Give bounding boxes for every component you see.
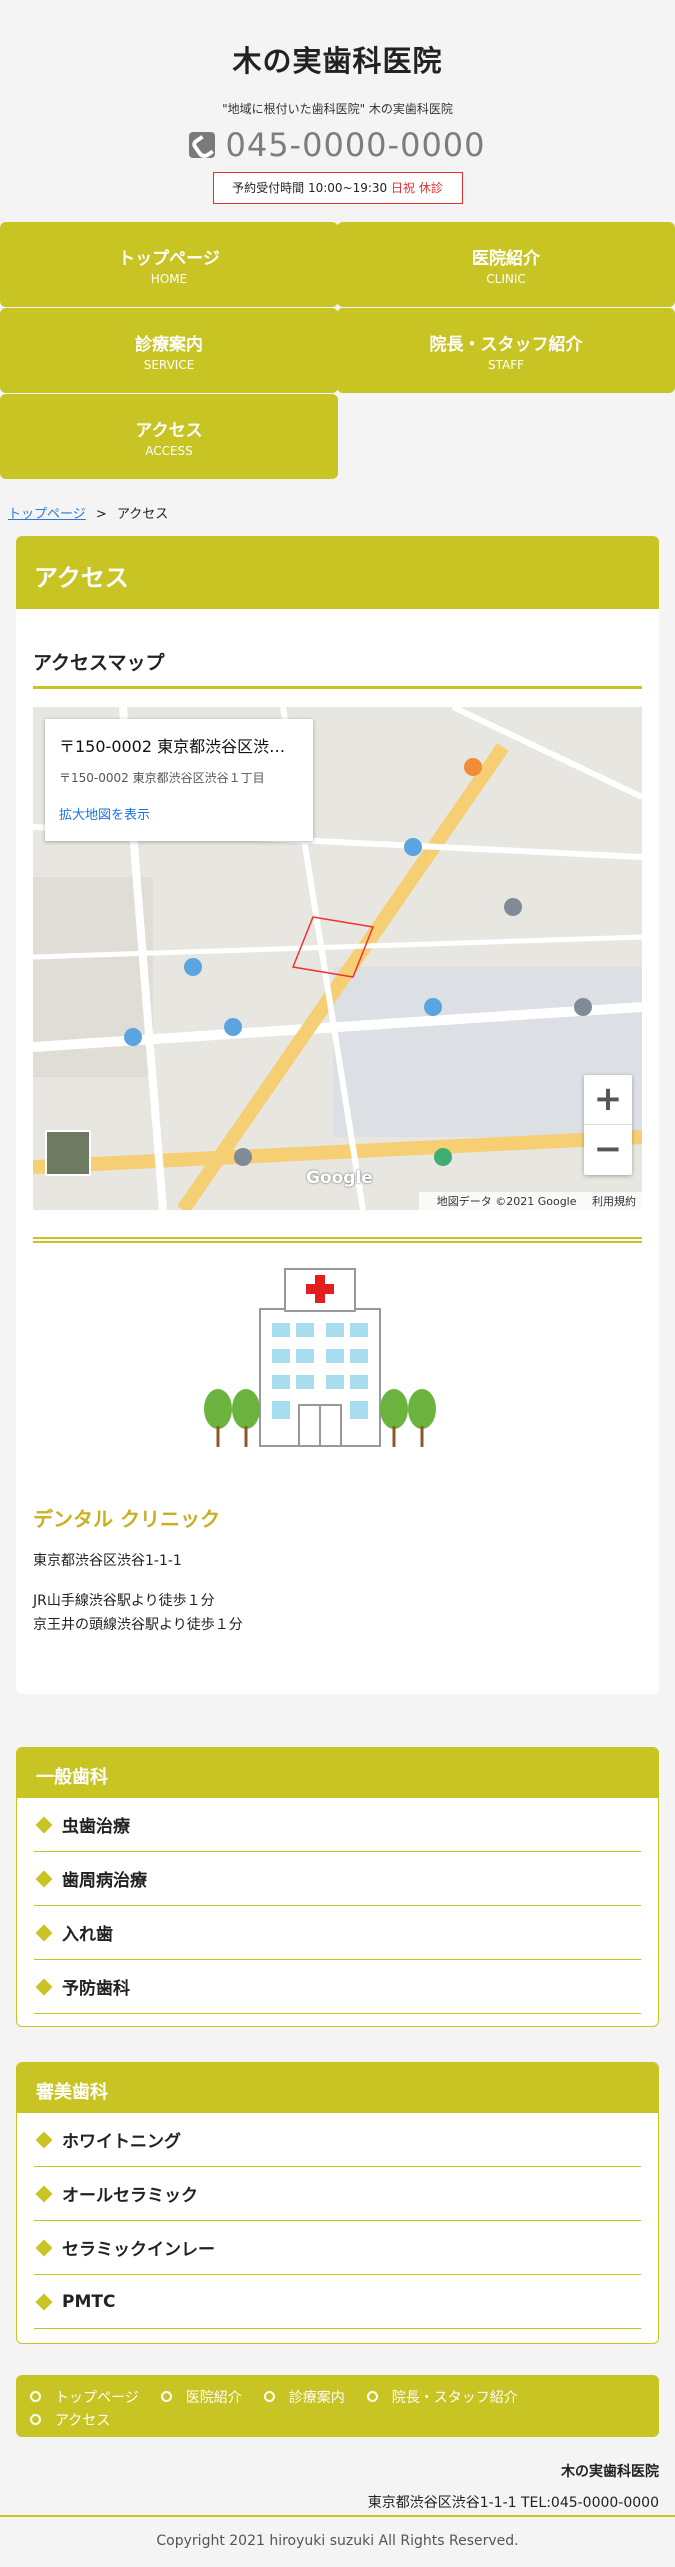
map-data-credit: 地図データ ©2021 Google <box>436 1195 577 1208</box>
phone-block[interactable]: 045-0000-0000 <box>0 125 675 165</box>
page-title: アクセス <box>16 536 659 609</box>
divider <box>0 2515 675 2517</box>
view-larger-map-link[interactable]: 拡大地図を表示 <box>59 804 299 823</box>
diamond-bullet-icon <box>35 2131 53 2148</box>
sidebox-heading: 一般歯科 <box>17 1748 658 1798</box>
footer-nav-item-access[interactable]: アクセス <box>30 2410 110 2430</box>
footer-nav-item-clinic[interactable]: 医院紹介 <box>160 2387 242 2407</box>
menu-item-label: PMTC <box>62 2291 116 2312</box>
circle-bullet-icon <box>160 2391 172 2402</box>
menu-item-periodontal-treatment[interactable]: 歯周病治療 <box>34 1852 641 1906</box>
footer-nav-item-home[interactable]: トップページ <box>30 2387 139 2407</box>
nav-item-service[interactable]: 診療案内 SERVICE <box>0 308 338 393</box>
phone-icon <box>189 132 216 158</box>
menu-item-cavity-treatment[interactable]: 虫歯治療 <box>34 1798 641 1852</box>
breadcrumb-current: アクセス <box>116 507 169 522</box>
clinic-address: 東京都渋谷区渋谷1-1-1 <box>33 1553 182 1569</box>
breadcrumb: トップページ > アクセス <box>8 503 168 522</box>
sidebox-heading: 審美歯科 <box>17 2063 658 2113</box>
circle-bullet-icon <box>30 2414 41 2425</box>
nav-item-access[interactable]: アクセス ACCESS <box>0 394 338 479</box>
footer-clinic-name: 木の実歯科医院 <box>561 2464 659 2480</box>
diamond-bullet-icon <box>35 1924 53 1941</box>
zoom-out-button[interactable]: − <box>584 1125 632 1175</box>
nav-item-clinic[interactable]: 医院紹介 CLINIC <box>337 222 675 307</box>
breadcrumb-home-link[interactable]: トップページ <box>8 507 86 522</box>
nav-item-sublabel: SERVICE <box>143 357 195 372</box>
menu-item-label: 予防歯科 <box>62 1979 130 1999</box>
map-attribution: 地図データ ©2021 Google 利用規約 <box>418 1192 642 1210</box>
breadcrumb-separator: > <box>95 507 107 522</box>
map-zoom-control: + − <box>584 1075 632 1175</box>
street-view-thumbnail[interactable] <box>45 1130 91 1176</box>
diamond-bullet-icon <box>35 1816 53 1833</box>
google-logo: Google <box>306 1168 373 1188</box>
general-dentistry-menu: 一般歯科 虫歯治療 歯周病治療 入れ歯 予防歯科 <box>16 1747 659 2027</box>
section-title: アクセスマップ <box>33 652 165 674</box>
diamond-bullet-icon <box>35 2293 53 2310</box>
menu-item-preventive-dentistry[interactable]: 予防歯科 <box>34 1960 641 2014</box>
diamond-bullet-icon <box>35 1870 53 1887</box>
footer-nav-label: 診療案内 <box>288 2389 345 2406</box>
nav-item-sublabel: STAFF <box>487 357 525 372</box>
diamond-bullet-icon <box>35 1978 53 1995</box>
map-terms-link[interactable]: 利用規約 <box>592 1195 636 1208</box>
nav-item-sublabel: ACCESS <box>145 443 193 458</box>
footer-nav: トップページ 医院紹介 診療案内 院長・スタッフ紹介 アクセス <box>16 2375 659 2437</box>
menu-item-all-ceramic[interactable]: オールセラミック <box>34 2167 641 2221</box>
nav-item-staff[interactable]: 院長・スタッフ紹介 STAFF <box>337 308 675 393</box>
nav-item-sublabel: CLINIC <box>486 271 526 286</box>
nav-item-label: トップページ <box>118 248 220 269</box>
nav-item-sublabel: HOME <box>150 271 188 286</box>
access-line: JR山手線渋谷駅より徒歩１分 <box>33 1593 215 1609</box>
nav-item-home[interactable]: トップページ HOME <box>0 222 338 307</box>
nav-item-label: アクセス <box>135 420 203 441</box>
diamond-bullet-icon <box>35 2239 53 2256</box>
site-title[interactable]: 木の実歯科医院 <box>0 0 675 100</box>
hours-label: 予約受付時間 10:00~19:30 <box>232 181 388 195</box>
menu-item-pmtc[interactable]: PMTC <box>34 2275 641 2329</box>
footer-address: 東京都渋谷区渋谷1-1-1 TEL:045-0000-0000 <box>367 2495 659 2511</box>
circle-bullet-icon <box>263 2391 275 2402</box>
closed-days: 日祝 休診 <box>391 181 443 195</box>
footer-nav-label: 医院紹介 <box>185 2389 242 2406</box>
clinic-building-illustration <box>204 1268 436 1447</box>
map-address-sub: 〒150-0002 東京都渋谷区渋谷１丁目 <box>59 771 265 785</box>
clinic-name: デンタル クリニック <box>33 1507 220 1531</box>
zoom-in-button[interactable]: + <box>584 1075 632 1125</box>
menu-item-label: セラミックインレー <box>62 2240 215 2260</box>
footer-nav-label: アクセス <box>55 2412 111 2429</box>
clinic-info: 東京都渋谷区渋谷1-1-1 JR山手線渋谷駅より徒歩１分 京王井の頭線渋谷駅より… <box>33 1549 243 1637</box>
footer-nav-item-service[interactable]: 診療案内 <box>263 2387 345 2407</box>
menu-item-label: 虫歯治療 <box>62 1817 130 1837</box>
diamond-bullet-icon <box>35 2185 53 2202</box>
footer-nav-item-staff[interactable]: 院長・スタッフ紹介 <box>366 2387 518 2407</box>
divider <box>33 686 642 689</box>
reception-hours: 予約受付時間 10:00~19:30 日祝 休診 <box>212 172 463 204</box>
menu-item-ceramic-inlay[interactable]: セラミックインレー <box>34 2221 641 2275</box>
nav-item-label: 診療案内 <box>135 334 203 355</box>
circle-bullet-icon <box>366 2391 378 2402</box>
site-tagline: "地域に根付いた歯科医院" 木の実歯科医院 <box>222 102 453 116</box>
map-address: 〒150-0002 東京都渋谷区渋谷1丁目 <box>59 737 299 756</box>
nav-item-label: 医院紹介 <box>472 248 540 269</box>
menu-item-dentures[interactable]: 入れ歯 <box>34 1906 641 1960</box>
phone-number[interactable]: 045-0000-0000 <box>225 126 485 164</box>
footer-nav-label: トップページ <box>55 2389 139 2406</box>
menu-item-whitening[interactable]: ホワイトニング <box>34 2113 641 2167</box>
copyright: Copyright 2021 hiroyuki suzuki All Right… <box>156 2533 519 2549</box>
map-info-card: 〒150-0002 東京都渋谷区渋谷1丁目 〒150-0002 東京都渋谷区渋谷… <box>45 719 313 841</box>
google-map[interactable]: 〒150-0002 東京都渋谷区渋谷1丁目 〒150-0002 東京都渋谷区渋谷… <box>33 707 642 1210</box>
menu-item-label: 入れ歯 <box>62 1925 113 1945</box>
circle-bullet-icon <box>30 2391 41 2402</box>
menu-item-label: 歯周病治療 <box>62 1871 147 1891</box>
divider <box>33 1237 642 1243</box>
cosmetic-dentistry-menu: 審美歯科 ホワイトニング オールセラミック セラミックインレー PMTC <box>16 2062 659 2344</box>
access-line: 京王井の頭線渋谷駅より徒歩１分 <box>33 1617 243 1633</box>
menu-item-label: ホワイトニング <box>62 2132 181 2152</box>
footer-nav-label: 院長・スタッフ紹介 <box>391 2389 518 2406</box>
main-content: アクセス アクセスマップ 〒150-0002 東京都渋谷区渋谷1 〒150-00… <box>16 536 659 1694</box>
nav-item-label: 院長・スタッフ紹介 <box>429 334 583 355</box>
menu-item-label: オールセラミック <box>62 2186 198 2206</box>
